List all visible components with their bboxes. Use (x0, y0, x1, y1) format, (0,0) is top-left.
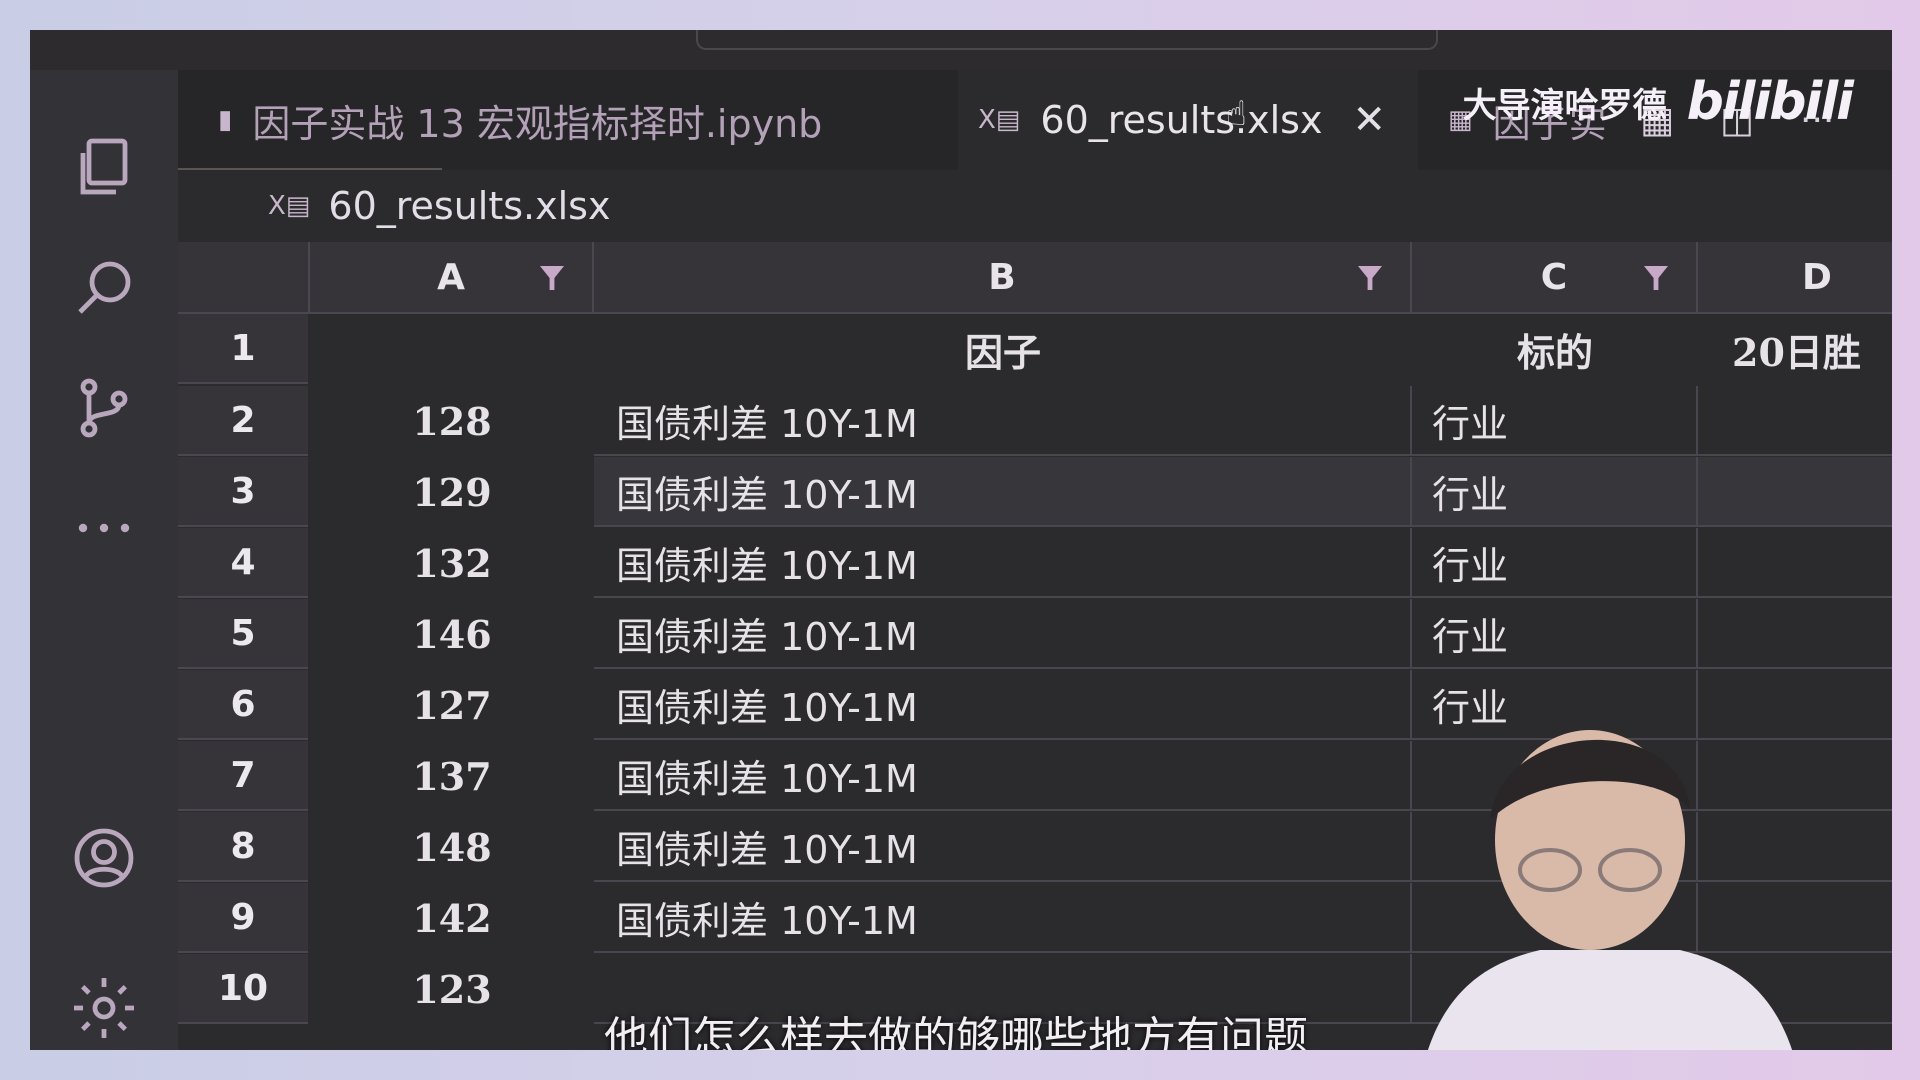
cell-win-rate[interactable] (1698, 457, 1892, 527)
row-header[interactable]: 3 (178, 457, 308, 527)
row-header[interactable]: 4 (178, 528, 308, 598)
hand-cursor-icon: ☝ (1226, 94, 1247, 134)
cell-factor[interactable]: 国债利差 10Y-1M (594, 883, 1412, 953)
cell-factor[interactable]: 国债利差 10Y-1M (594, 386, 1412, 456)
tab-excel-results[interactable]: X▤ 60_results.xlsx ✕ (958, 70, 1418, 170)
cell-factor[interactable]: 国债利差 10Y-1M (594, 812, 1412, 882)
column-letter: C (1540, 256, 1568, 298)
cell-factor[interactable]: 国债利差 10Y-1M (594, 457, 1412, 527)
cell-index[interactable]: 132 (310, 528, 594, 598)
cell-target[interactable]: 行业 (1412, 386, 1698, 456)
cell-index[interactable]: 142 (310, 883, 594, 953)
row-header[interactable]: 6 (178, 670, 308, 740)
source-control-icon[interactable] (66, 370, 142, 446)
close-icon[interactable]: ✕ (1352, 97, 1386, 143)
cell-target[interactable]: 行业 (1412, 599, 1698, 669)
column-header-d[interactable]: D (1698, 242, 1892, 314)
settings-gear-icon[interactable] (66, 970, 142, 1046)
watermark: 大导演哈罗德 bilibili (1462, 72, 1854, 132)
cell-index[interactable]: 129 (310, 457, 594, 527)
column-letter: A (437, 256, 465, 298)
column-header-b[interactable]: B (594, 242, 1412, 314)
row-header[interactable]: 9 (178, 883, 308, 953)
row-header[interactable]: 7 (178, 741, 308, 811)
cell-win-rate[interactable] (1698, 528, 1892, 598)
cell-index[interactable]: 128 (310, 386, 594, 456)
cell-win-rate[interactable] (1698, 386, 1892, 456)
cell-index[interactable]: 148 (310, 812, 594, 882)
activity-bar (30, 70, 178, 1050)
filter-icon[interactable] (1358, 266, 1382, 290)
cell-index[interactable]: 137 (310, 741, 594, 811)
search-icon[interactable] (66, 250, 142, 326)
notebook-icon: ▮ (218, 105, 233, 135)
corner-header[interactable] (178, 242, 310, 314)
cell-index[interactable]: 123 (310, 954, 594, 1024)
video-subtitle: 他们怎么样去做的够哪些地方有问题 (604, 1013, 1308, 1050)
bilibili-logo: bilibili (1686, 72, 1854, 132)
tab-label: 60_results.xlsx (1040, 98, 1323, 142)
row-header[interactable]: 8 (178, 812, 308, 882)
header-cell-target[interactable]: 标的 (1412, 314, 1698, 384)
breadcrumb-file[interactable]: 60_results.xlsx (328, 184, 610, 228)
tab-notebook[interactable]: ▮ 因子实战 13 宏观指标择时.ipynb (218, 70, 938, 170)
column-header-a[interactable]: A (310, 242, 594, 314)
filter-icon[interactable] (540, 266, 564, 290)
cell-factor[interactable]: 国债利差 10Y-1M (594, 599, 1412, 669)
watermark-text: 大导演哈罗德 (1462, 85, 1667, 126)
cell-index[interactable]: 146 (310, 599, 594, 669)
row-header[interactable]: 5 (178, 599, 308, 669)
cell-factor[interactable]: 国债利差 10Y-1M (594, 528, 1412, 598)
more-icon[interactable] (66, 490, 142, 566)
row-header[interactable]: 2 (178, 386, 308, 456)
tab-label: 因子实战 13 宏观指标择时.ipynb (252, 101, 823, 146)
row-header[interactable]: 10 (178, 954, 308, 1024)
column-letter: D (1802, 256, 1832, 298)
cell-win-rate[interactable] (1698, 599, 1892, 669)
title-bar (30, 30, 1892, 70)
filter-icon[interactable] (1644, 266, 1668, 290)
row-header[interactable]: 1 (178, 314, 308, 384)
cell-factor[interactable]: 国债利差 10Y-1M (594, 670, 1412, 740)
column-letter: B (988, 256, 1016, 298)
column-header-c[interactable]: C (1412, 242, 1698, 314)
cell-target[interactable]: 行业 (1412, 457, 1698, 527)
excel-icon: X▤ (268, 191, 311, 221)
cell-factor[interactable]: 国债利差 10Y-1M (594, 741, 1412, 811)
header-cell-factor[interactable]: 因子 (594, 314, 1412, 384)
cell-index[interactable]: 127 (310, 670, 594, 740)
header-cell-win-rate[interactable]: 20日胜 (1698, 314, 1892, 384)
cell-target[interactable]: 行业 (1412, 528, 1698, 598)
account-icon[interactable] (66, 820, 142, 896)
breadcrumb: X▤ 60_results.xlsx (178, 170, 1892, 242)
explorer-icon[interactable] (66, 130, 142, 206)
editor-window: ▮ 因子实战 13 宏观指标择时.ipynb X▤ 60_results.xls… (30, 30, 1892, 1050)
excel-icon: X▤ (978, 105, 1021, 135)
presenter-video-overlay (1428, 730, 1792, 1050)
command-center[interactable] (696, 30, 1438, 50)
